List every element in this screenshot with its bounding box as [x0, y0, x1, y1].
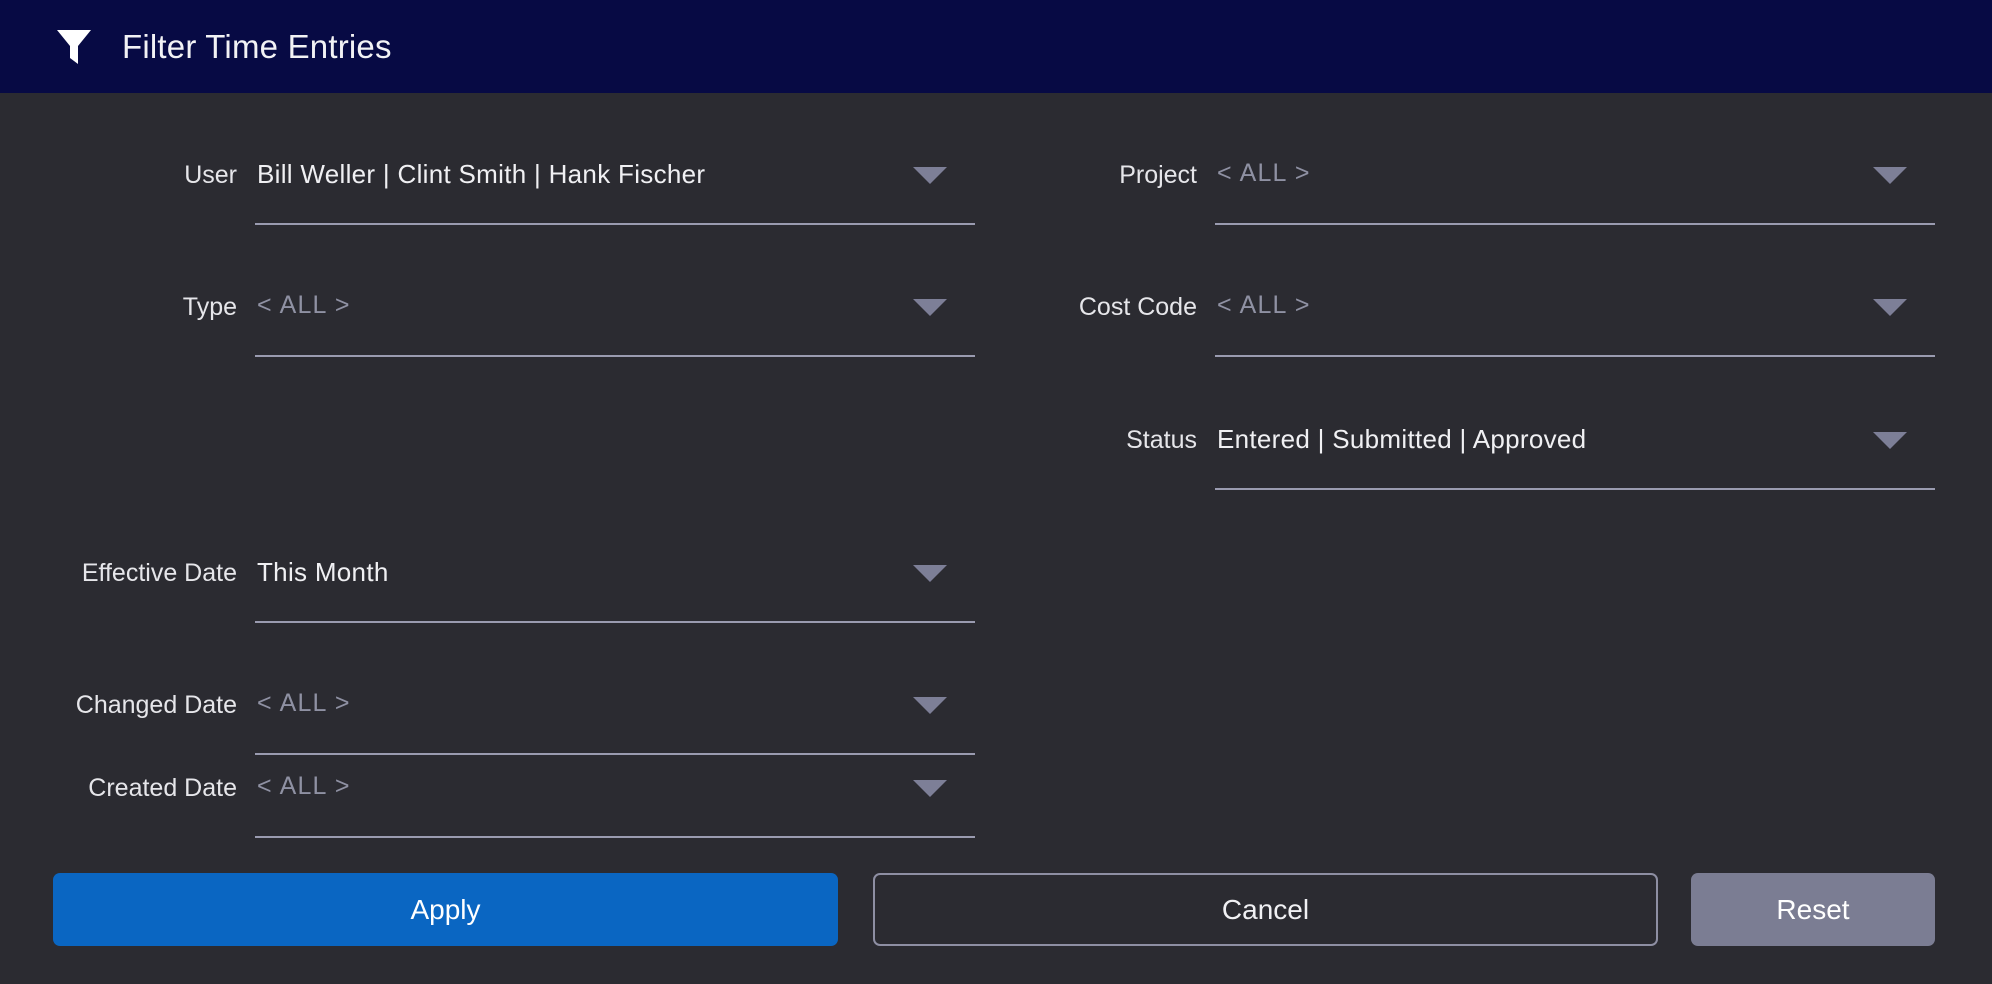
field-label-changed-date: Changed Date: [75, 691, 237, 719]
field-user[interactable]: User Bill Weller | Clint Smith | Hank Fi…: [184, 143, 975, 225]
cancel-button[interactable]: Cancel: [873, 873, 1658, 946]
field-underline: [255, 355, 975, 357]
field-underline: [1215, 355, 1935, 357]
field-effective-date[interactable]: Effective Date This Month: [82, 541, 975, 623]
field-control-status[interactable]: Entered | Submitted | Approved: [1215, 408, 1935, 490]
chevron-down-icon[interactable]: [913, 565, 947, 582]
field-value-status: Entered | Submitted | Approved: [1217, 424, 1587, 454]
field-label-effective-date: Effective Date: [81, 559, 237, 587]
field-value-created-date: < ALL >: [257, 772, 351, 800]
field-control-user[interactable]: Bill Weller | Clint Smith | Hank Fischer: [255, 143, 975, 225]
filter-time-entries-dialog: Filter Time Entries User Bill Weller | C…: [0, 0, 1992, 984]
dialog-title-bar: Filter Time Entries: [0, 0, 1992, 93]
field-label-type: Type: [182, 293, 237, 321]
field-control-changed-date[interactable]: < ALL >: [255, 673, 975, 755]
field-control-cost-code[interactable]: < ALL >: [1215, 275, 1935, 357]
field-underline: [255, 753, 975, 755]
field-underline: [255, 621, 975, 623]
filter-form: User Bill Weller | Clint Smith | Hank Fi…: [0, 93, 1992, 853]
chevron-down-icon[interactable]: [913, 299, 947, 316]
reset-button[interactable]: Reset: [1691, 873, 1935, 946]
field-type[interactable]: Type < ALL >: [183, 275, 975, 357]
dialog-title: Filter Time Entries: [122, 27, 392, 65]
field-underline: [255, 223, 975, 225]
chevron-down-icon[interactable]: [913, 167, 947, 184]
field-value-changed-date: < ALL >: [257, 689, 351, 717]
field-project[interactable]: Project < ALL >: [1119, 143, 1935, 225]
field-value-effective-date: This Month: [257, 557, 389, 587]
field-label-user: User: [184, 161, 237, 189]
field-underline: [255, 836, 975, 838]
field-control-effective-date[interactable]: This Month: [255, 541, 975, 623]
chevron-down-icon[interactable]: [1873, 299, 1907, 316]
chevron-down-icon[interactable]: [913, 780, 947, 797]
chevron-down-icon[interactable]: [1873, 432, 1907, 449]
field-value-user: Bill Weller | Clint Smith | Hank Fischer: [257, 159, 706, 189]
field-control-project[interactable]: < ALL >: [1215, 143, 1935, 225]
apply-button[interactable]: Apply: [53, 873, 838, 946]
chevron-down-icon[interactable]: [913, 697, 947, 714]
field-label-created-date: Created Date: [88, 774, 237, 802]
field-value-type: < ALL >: [257, 291, 351, 319]
field-control-type[interactable]: < ALL >: [255, 275, 975, 357]
funnel-filter-icon: [57, 29, 91, 64]
field-label-project: Project: [1119, 161, 1197, 189]
field-status[interactable]: Status Entered | Submitted | Approved: [1126, 408, 1935, 490]
field-value-cost-code: < ALL >: [1217, 291, 1311, 319]
field-underline: [1215, 223, 1935, 225]
dialog-footer: Apply Cancel Reset: [0, 853, 1992, 984]
field-cost-code[interactable]: Cost Code < ALL >: [1079, 275, 1935, 357]
field-created-date[interactable]: Created Date < ALL >: [88, 756, 975, 838]
field-control-created-date[interactable]: < ALL >: [255, 756, 975, 838]
chevron-down-icon[interactable]: [1873, 167, 1907, 184]
field-underline: [1215, 488, 1935, 490]
field-label-status: Status: [1126, 426, 1197, 454]
field-label-cost-code: Cost Code: [1078, 293, 1197, 321]
field-value-project: < ALL >: [1217, 159, 1311, 187]
field-changed-date[interactable]: Changed Date < ALL >: [76, 673, 975, 755]
